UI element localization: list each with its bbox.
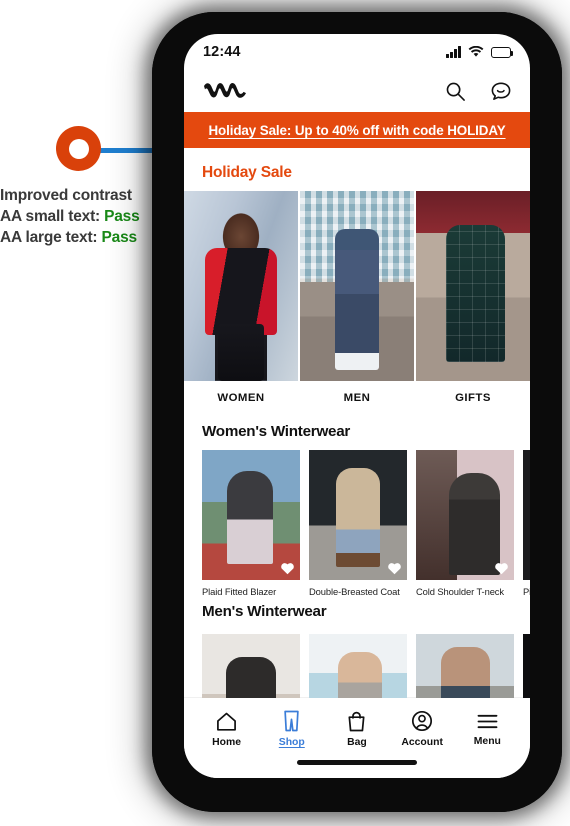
home-indicator-bar[interactable] <box>297 760 417 765</box>
wifi-icon <box>468 46 484 57</box>
heart-icon[interactable] <box>387 561 402 575</box>
tab-label-home: Home <box>212 736 242 748</box>
status-icon-group <box>446 46 514 58</box>
product-image <box>309 634 407 698</box>
annotation-line-3-value: Pass <box>101 229 138 246</box>
product-image <box>523 634 530 698</box>
holiday-sale-heading: Holiday Sale <box>202 164 292 181</box>
product-image <box>523 450 530 580</box>
product-name: Double-Breasted Coat <box>309 586 400 597</box>
app-header-actions <box>445 81 512 102</box>
heart-icon[interactable] <box>280 561 295 575</box>
product-name: Cold Shoulder T-neck <box>416 586 504 597</box>
category-label-women: WOMEN <box>217 392 265 404</box>
product-card[interactable]: Double-Breasted Coat <box>309 450 407 597</box>
tab-shop[interactable]: Shop <box>263 710 321 748</box>
product-card[interactable] <box>202 634 300 698</box>
section-title-mens-winterwear: Men's Winterwear <box>202 603 327 620</box>
product-row-mens[interactable] <box>184 634 530 698</box>
section-title-womens-winterwear: Women's Winterwear <box>202 423 351 440</box>
product-image <box>416 634 514 698</box>
annotation-line-1-label: Improved contrast <box>0 187 132 204</box>
promo-banner[interactable]: Holiday Sale: Up to 40% off with code HO… <box>184 112 530 148</box>
category-label-men: MEN <box>343 392 371 404</box>
tab-menu[interactable]: Menu <box>458 712 516 747</box>
annotation-line-2-value: Pass <box>104 208 140 225</box>
category-image-men <box>300 191 414 381</box>
app-header <box>184 70 530 112</box>
product-card[interactable] <box>523 634 530 698</box>
signal-bars-icon <box>446 46 461 58</box>
annotation-line-3-label: AA large text: <box>0 229 98 246</box>
pants-icon <box>284 710 300 732</box>
product-name: Plaid Fitted Blazer <box>202 586 277 597</box>
phone-screen: 12:44 Holiday Sale: Up to 40% off with c… <box>184 34 530 778</box>
tab-account[interactable]: Account <box>393 710 451 748</box>
status-bar: 12:44 <box>184 34 530 70</box>
product-card[interactable]: Plaid Fitted Blazer <box>202 450 300 597</box>
search-icon[interactable] <box>445 81 466 102</box>
chat-bubble-icon[interactable] <box>490 81 512 102</box>
category-card-men[interactable]: MEN <box>300 191 414 417</box>
screenshot-canvas: Improved contrast AA small text: Pass AA… <box>0 0 570 826</box>
tab-label-shop: Shop <box>278 737 305 748</box>
home-indicator-area <box>184 760 530 778</box>
category-card-gifts[interactable]: GIFTS <box>416 191 530 417</box>
tab-home[interactable]: Home <box>198 711 256 748</box>
home-icon <box>217 712 237 731</box>
product-image <box>202 634 300 698</box>
tab-label-bag: Bag <box>347 737 367 748</box>
product-card[interactable]: Pink Boucle <box>523 450 530 597</box>
product-row-womens[interactable]: Plaid Fitted Blazer Double-Breasted Coat… <box>184 450 530 597</box>
account-circle-icon <box>412 710 433 732</box>
category-card-women[interactable]: WOMEN <box>184 191 298 417</box>
tab-bag[interactable]: Bag <box>328 710 386 748</box>
product-image <box>416 450 514 580</box>
content-scroll-area[interactable]: Holiday Sale WOMEN MEN GIFTS Women's Win… <box>184 148 530 698</box>
promo-banner-text: Holiday Sale: Up to 40% off with code HO… <box>208 122 506 138</box>
hamburger-menu-icon <box>477 714 498 728</box>
category-image-women <box>184 191 298 381</box>
annotation-line-2-label: AA small text: <box>0 208 100 225</box>
product-card[interactable]: Cold Shoulder T-neck <box>416 450 514 597</box>
tab-label-menu: Menu <box>473 735 501 747</box>
tab-label-account: Account <box>401 737 443 748</box>
callout-marker-inner <box>68 138 89 159</box>
bottom-tab-bar: Home Shop Bag Account Menu <box>184 698 530 760</box>
product-image <box>309 450 407 580</box>
status-time: 12:44 <box>203 44 241 60</box>
brand-logo <box>204 82 246 98</box>
product-name: Pink Boucle <box>523 586 530 597</box>
product-image <box>202 450 300 580</box>
category-label-gifts: GIFTS <box>455 392 491 404</box>
shopping-bag-icon <box>348 711 365 732</box>
heart-icon[interactable] <box>494 561 509 575</box>
callout-marker-dot <box>56 126 101 171</box>
product-card[interactable] <box>416 634 514 698</box>
battery-icon <box>491 46 514 58</box>
category-image-gifts <box>416 191 530 381</box>
product-card[interactable] <box>309 634 407 698</box>
category-row: WOMEN MEN GIFTS <box>184 191 530 417</box>
